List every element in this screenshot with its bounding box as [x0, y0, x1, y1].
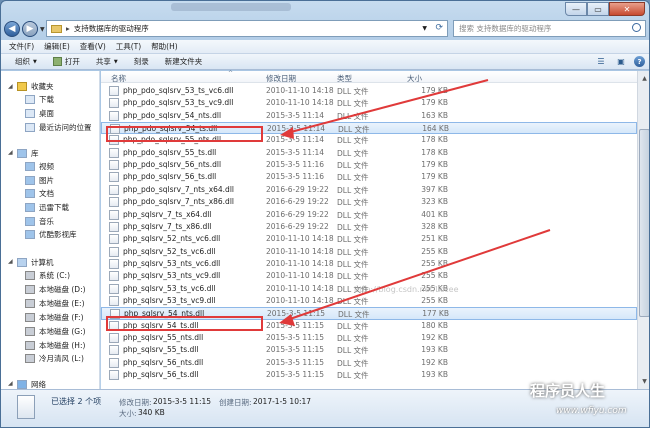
red-arrow-line [286, 79, 489, 134]
red-arrow-line [286, 229, 551, 321]
brand-watermark: 程序员人生 [530, 382, 606, 400]
url-watermark: www.wfiyu.com [556, 406, 627, 416]
red-arrow-head [279, 314, 295, 326]
red-annotation-arrows [279, 79, 551, 326]
red-arrow-head [280, 127, 294, 139]
